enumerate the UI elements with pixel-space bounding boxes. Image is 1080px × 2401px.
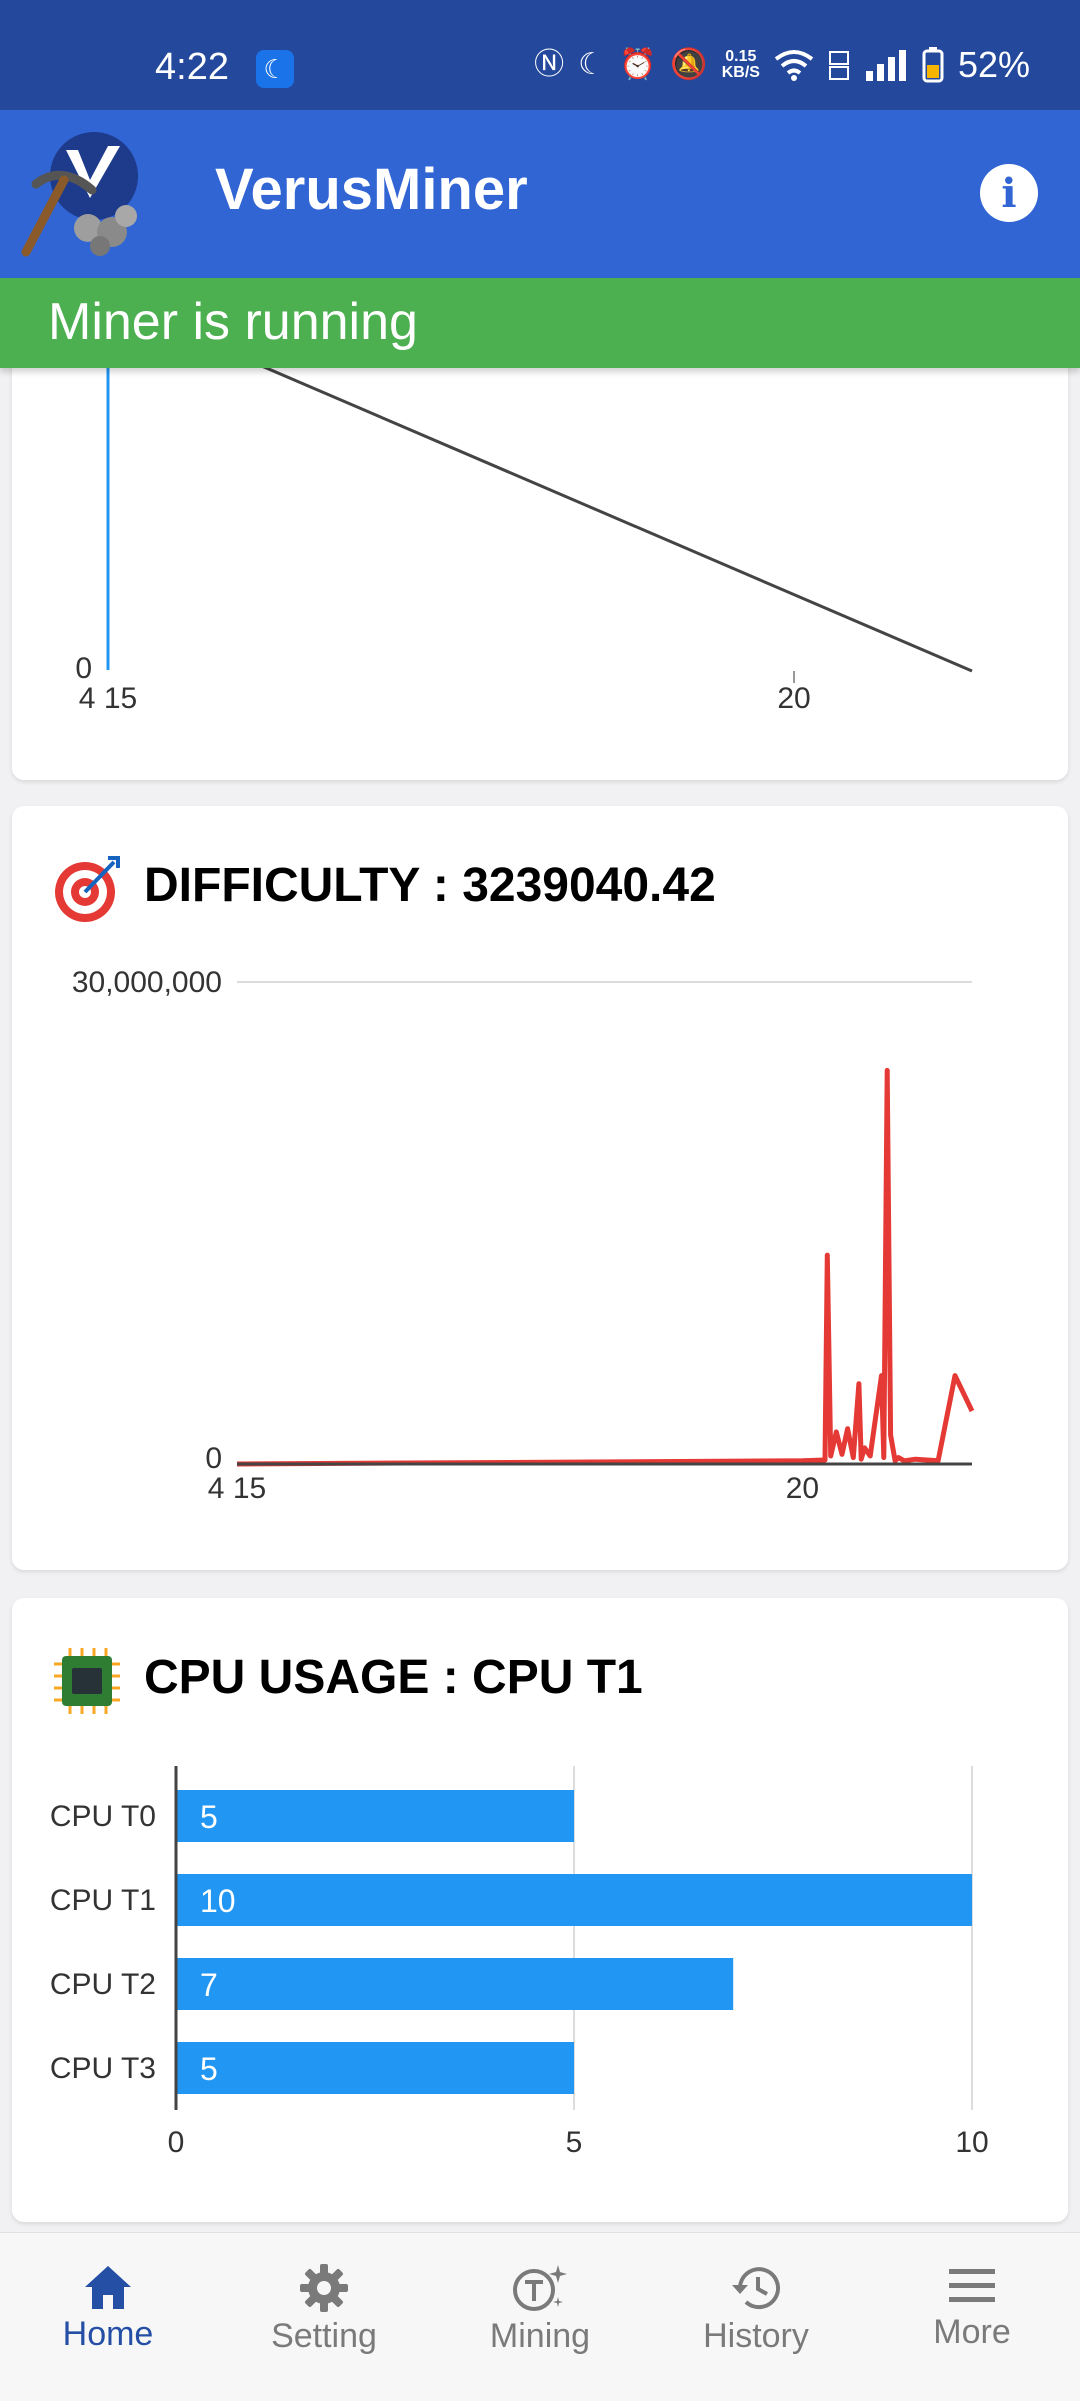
status-time: 4:22 (155, 46, 229, 88)
cpu-category-label: CPU T0 (50, 1800, 156, 1833)
nav-home[interactable]: Home (0, 2233, 216, 2401)
miner-status-text: Miner is running (48, 293, 418, 351)
hashrate-x-tick-label: 4 15 (79, 682, 137, 715)
signal-icon (865, 50, 906, 81)
cpu-category-label: CPU T3 (50, 2052, 156, 2085)
net-speed-unit: KB/S (721, 64, 760, 81)
app-bar: VerusMiner i (0, 110, 1080, 278)
nav-mining[interactable]: Mining (432, 2233, 648, 2401)
home-icon (85, 2266, 131, 2309)
do-not-disturb-moon-icon: ☾ (578, 48, 605, 81)
bell-muted-icon: 🔕 (670, 48, 708, 81)
cpu-x-tick-label: 0 (168, 2126, 185, 2159)
nav-more-label: More (933, 2313, 1011, 2351)
cpu-x-tick-label: 5 (566, 2126, 583, 2159)
alarm-icon: ⏰ (618, 48, 657, 81)
hashrate-y-tick-label: 0 (75, 652, 92, 685)
volte-icon (828, 51, 849, 80)
nav-home-label: Home (62, 2315, 154, 2353)
difficulty-y-tick-label: 30,000,000 (72, 966, 222, 999)
miner-status-banner: Miner is running (0, 278, 1080, 368)
target-icon (55, 856, 120, 922)
difficulty-x-tick-label: 4 15 (208, 1472, 266, 1505)
status-icons: Ⓝ ☾ ⏰ 🔕 0.15 KB/S 52% (534, 44, 1030, 86)
moon-badge-icon: ☾ (256, 50, 294, 88)
cpu-usage-card: CPU USAGE : CPU T1 0 5 10 CPU T0 5 CPU T1 10 CP… (12, 1598, 1068, 2222)
hashrate-chart: 0 4 15 20 (75, 300, 973, 715)
difficulty-title: DIFFICULTY : 3239040.42 (144, 859, 716, 912)
hashrate-x-tick-label: 20 (777, 682, 810, 715)
nav-mining-label: Mining (489, 2317, 591, 2355)
cpu-bar (176, 1874, 972, 1926)
wifi-icon (774, 50, 814, 81)
nav-more[interactable]: More (864, 2233, 1080, 2401)
mining-icon (513, 2265, 567, 2311)
menu-icon (949, 2269, 995, 2302)
cpu-bar (176, 1790, 574, 1842)
bottom-navigation: Home Setting Mining History More (0, 2232, 1080, 2401)
hashrate-card: 0 4 15 20 (12, 300, 1068, 780)
battery-icon (922, 47, 944, 83)
difficulty-series-line (236, 1067, 975, 1467)
info-icon: i (1001, 169, 1017, 217)
nav-history[interactable]: History (648, 2233, 864, 2401)
nav-setting[interactable]: Setting (216, 2233, 432, 2401)
cpu-bar-value-label: 7 (200, 1967, 218, 2003)
info-button[interactable]: i (980, 164, 1038, 222)
nfc-icon: Ⓝ (534, 48, 565, 81)
history-icon (732, 2267, 780, 2310)
cpu-usage-title: CPU USAGE : CPU T1 (144, 1651, 643, 1704)
cpu-bar-value-label: 5 (200, 1799, 218, 1835)
app-title: VerusMiner (215, 157, 528, 222)
status-bar: 4:22 ☾ Ⓝ ☾ ⏰ 🔕 0.15 KB/S 52% (0, 0, 1080, 110)
difficulty-card: DIFFICULTY : 3239040.42 30,000,000 0 4 1… (12, 806, 1068, 1570)
verusminer-logo-icon (21, 132, 138, 257)
gear-icon (300, 2264, 348, 2312)
difficulty-chart: 30,000,000 0 4 15 20 (72, 966, 975, 1505)
cpu-x-tick-label: 10 (955, 2126, 988, 2159)
cpu-chip-icon (54, 1648, 120, 1714)
net-speed-value: 0.15 (725, 48, 757, 65)
battery-percent: 52% (957, 44, 1030, 85)
network-speed: 0.15 KB/S (722, 49, 760, 81)
cpu-bar-value-label: 5 (200, 2051, 218, 2087)
difficulty-y-tick-label: 0 (205, 1442, 222, 1475)
cpu-bar-value-label: 10 (200, 1883, 236, 1919)
nav-setting-label: Setting (271, 2317, 377, 2355)
cpu-bar (176, 1958, 734, 2010)
cpu-category-label: CPU T1 (50, 1884, 156, 1917)
cpu-category-label: CPU T2 (50, 1968, 156, 2001)
nav-history-label: History (703, 2317, 809, 2355)
cpu-bar (176, 2042, 574, 2094)
difficulty-x-tick-label: 20 (786, 1472, 819, 1505)
